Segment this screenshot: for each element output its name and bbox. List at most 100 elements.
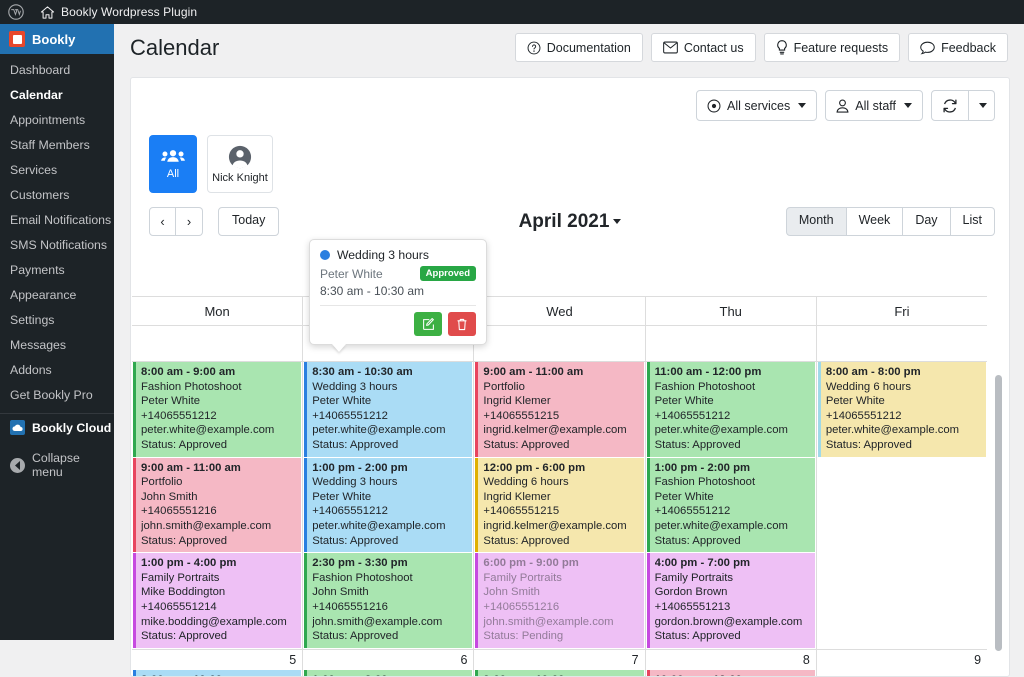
refresh-options-dropdown[interactable] — [969, 90, 995, 121]
day-cell[interactable]: 810:00 am - 12:00 pmPortfolioPeter White… — [645, 650, 816, 676]
sidebar-item-bookly[interactable]: Bookly — [0, 24, 114, 54]
day-cell[interactable]: 8:30 am - 10:30 amWedding 3 hoursPeter W… — [302, 362, 473, 650]
calendar-controls: ‹ › Today April 2021 Month Week Day List — [131, 193, 1009, 244]
event-status: Status: Approved — [312, 438, 467, 453]
next-month-button[interactable]: › — [176, 207, 203, 236]
staff-tile-nick-knight[interactable]: Nick Knight — [207, 135, 273, 193]
all-services-dropdown[interactable]: All services — [696, 90, 817, 121]
event-status: Status: Approved — [141, 629, 296, 644]
day-cell[interactable] — [645, 326, 816, 362]
calendar-grid-scroll[interactable]: Mon Tue Wed Thu Fri 8:00 am - 9:00 amFas… — [132, 296, 1009, 676]
day-number: 8 — [646, 650, 816, 670]
calendar-event[interactable]: 2:30 pm - 3:30 pmFashion PhotoshootJohn … — [304, 553, 472, 648]
event-staff: Peter White — [655, 394, 810, 409]
day-cell[interactable]: 61:00 pm - 2:00 pmFashion PhotoshootPete… — [302, 650, 473, 676]
sidebar-item-payments[interactable]: Payments — [0, 258, 114, 283]
calendar-event[interactable]: 1:00 pm - 2:00 pmFashion PhotoshootPeter… — [647, 458, 815, 553]
event-service: Wedding 3 hours — [312, 380, 467, 395]
calendar-event[interactable]: 8:00 am - 8:00 pmWedding 6 hoursPeter Wh… — [818, 362, 986, 457]
day-cell[interactable] — [132, 326, 302, 362]
chevron-down-icon — [798, 103, 806, 108]
sidebar-item-messages[interactable]: Messages — [0, 333, 114, 358]
calendar-event[interactable]: 4:00 pm - 7:00 pmFamily PortraitsGordon … — [647, 553, 815, 648]
event-time: 4:00 pm - 7:00 pm — [655, 556, 810, 571]
staff-tile-all[interactable]: All — [149, 135, 197, 193]
today-button[interactable]: Today — [218, 207, 279, 236]
site-name-menu[interactable]: Bookly Wordpress Plugin — [32, 0, 205, 24]
target-circle-icon — [707, 99, 721, 113]
sidebar-item-dashboard[interactable]: Dashboard — [0, 58, 114, 83]
status-badge: Approved — [420, 266, 476, 281]
calendar-event[interactable]: 9:00 am - 11:00 amPortfolioIngrid Klemer… — [475, 362, 643, 457]
calendar-event[interactable]: 8:30 am - 10:30 amWedding 3 hoursPeter W… — [304, 362, 472, 457]
all-staff-dropdown[interactable]: All staff — [825, 90, 923, 121]
event-time: 6:00 pm - 9:00 pm — [483, 556, 638, 571]
sidebar-item-label: Calendar — [10, 88, 63, 102]
documentation-button[interactable]: Documentation — [515, 33, 643, 62]
sidebar-item-appointments[interactable]: Appointments — [0, 108, 114, 133]
sidebar-item-label: Dashboard — [10, 63, 70, 77]
prev-month-button[interactable]: ‹ — [149, 207, 176, 236]
day-cell[interactable] — [473, 326, 644, 362]
wp-logo-button[interactable] — [0, 0, 32, 24]
sidebar-item-appearance[interactable]: Appearance — [0, 283, 114, 308]
calendar-event[interactable]: 10:00 am - 12:00 pmPortfolioPeter White+… — [647, 670, 815, 676]
chevron-down-icon — [904, 103, 912, 108]
sidebar-item-settings[interactable]: Settings — [0, 308, 114, 333]
day-number: 7 — [474, 650, 644, 670]
day-cell[interactable]: 8:00 am - 9:00 amFashion PhotoshootPeter… — [132, 362, 302, 650]
sidebar-item-customers[interactable]: Customers — [0, 183, 114, 208]
event-status: Status: Approved — [655, 534, 810, 549]
view-week-button[interactable]: Week — [847, 207, 904, 236]
calendar-scrollbar-thumb[interactable] — [995, 375, 1002, 651]
view-month-button[interactable]: Month — [786, 207, 847, 236]
calendar-event[interactable]: 6:00 pm - 9:00 pmFamily PortraitsJohn Sm… — [475, 553, 643, 648]
event-email: gordon.brown@example.com — [655, 615, 810, 630]
main-content: Calendar Documentation Contact us — [114, 24, 1024, 640]
sidebar-brand-label: Bookly — [32, 32, 75, 47]
sidebar-item-get-bookly-pro[interactable]: Get Bookly Pro — [0, 383, 114, 408]
feature-requests-button[interactable]: Feature requests — [764, 33, 901, 62]
edit-appointment-button[interactable] — [414, 312, 442, 336]
comment-icon — [920, 41, 935, 55]
event-email: peter.white@example.com — [312, 423, 467, 438]
day-cell[interactable]: 8:00 am - 8:00 pmWedding 6 hoursPeter Wh… — [816, 362, 987, 650]
sidebar-item-email-notifications[interactable]: Email Notifications — [0, 208, 114, 233]
sidebar-item-services[interactable]: Services — [0, 158, 114, 183]
calendar-event[interactable]: 12:00 pm - 6:00 pmWedding 6 hoursIngrid … — [475, 458, 643, 553]
refresh-button[interactable] — [931, 90, 969, 121]
event-phone: +14065551215 — [483, 504, 638, 519]
sidebar-item-addons[interactable]: Addons — [0, 358, 114, 383]
calendar-event[interactable]: 1:00 pm - 4:00 pmFamily PortraitsMike Bo… — [133, 553, 301, 648]
calendar-event[interactable]: 8:00 am - 10:00 amWedding 3 hoursPeter W… — [133, 670, 301, 676]
sidebar-item-staff-members[interactable]: Staff Members — [0, 133, 114, 158]
calendar-event[interactable]: 1:00 pm - 2:00 pmFashion PhotoshootPeter… — [304, 670, 472, 676]
calendar-event[interactable]: 1:00 pm - 2:00 pmWedding 3 hoursPeter Wh… — [304, 458, 472, 553]
collapse-menu-button[interactable]: Collapse menu — [0, 445, 114, 485]
documentation-label: Documentation — [547, 41, 631, 55]
calendar-scrollbar-track[interactable] — [991, 296, 1005, 676]
calendar-event[interactable]: 11:00 am - 12:00 pmFashion PhotoshootPet… — [647, 362, 815, 457]
sidebar-item-sms-notifications[interactable]: SMS Notifications — [0, 233, 114, 258]
event-service: Wedding 3 hours — [312, 475, 467, 490]
day-cell[interactable]: 9 — [816, 650, 987, 676]
sidebar-item-bookly-cloud[interactable]: Bookly Cloud — [0, 414, 114, 441]
calendar-event[interactable]: 9:00 am - 10:00 amFashion PhotoshootPete… — [475, 670, 643, 676]
day-cell[interactable] — [816, 326, 987, 362]
calendar-event[interactable]: 9:00 am - 11:00 amPortfolioJohn Smith+14… — [133, 458, 301, 553]
sidebar-item-calendar[interactable]: Calendar — [0, 83, 114, 108]
calendar-event[interactable]: 8:00 am - 9:00 amFashion PhotoshootPeter… — [133, 362, 301, 457]
view-day-button[interactable]: Day — [903, 207, 950, 236]
feedback-button[interactable]: Feedback — [908, 33, 1008, 62]
day-cell[interactable]: 9:00 am - 11:00 amPortfolioIngrid Klemer… — [473, 362, 644, 650]
view-list-button[interactable]: List — [951, 207, 995, 236]
day-cell[interactable]: 79:00 am - 10:00 amFashion PhotoshootPet… — [473, 650, 644, 676]
sidebar-item-label: Get Bookly Pro — [10, 388, 93, 402]
day-cell[interactable]: 58:00 am - 10:00 amWedding 3 hoursPeter … — [132, 650, 302, 676]
delete-appointment-button[interactable] — [448, 312, 476, 336]
day-cell[interactable]: 11:00 am - 12:00 pmFashion PhotoshootPet… — [645, 362, 816, 650]
contact-us-button[interactable]: Contact us — [651, 33, 756, 62]
chevron-left-icon: ‹ — [160, 214, 164, 229]
event-status: Status: Approved — [312, 629, 467, 644]
contact-us-label: Contact us — [684, 41, 744, 55]
